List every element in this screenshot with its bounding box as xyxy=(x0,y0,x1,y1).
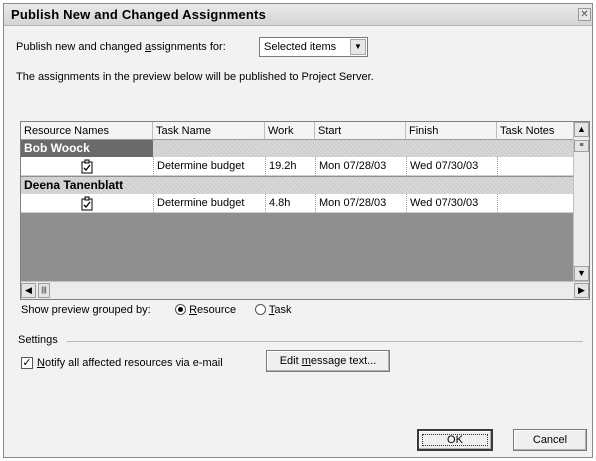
radio-task[interactable]: Task xyxy=(255,304,291,316)
group-row[interactable]: Bob Woock xyxy=(21,140,574,157)
focus-ring xyxy=(422,434,488,446)
publish-for-value: Selected items xyxy=(264,41,337,53)
ok-button[interactable]: OK xyxy=(417,429,493,451)
horizontal-scrollbar[interactable]: ◀ ||| ▶ xyxy=(21,281,589,299)
radio-resource-indicator[interactable] xyxy=(175,304,186,315)
cell-task-name: Determine budget xyxy=(153,157,265,176)
scroll-left-icon[interactable]: ◀ xyxy=(21,283,36,298)
column-header-resource-names[interactable]: Resource Names xyxy=(21,122,153,140)
notify-checkbox[interactable]: ✓ xyxy=(21,357,33,369)
cancel-button[interactable]: Cancel xyxy=(513,429,587,451)
cell-task-notes xyxy=(497,194,574,213)
assignments-preview-grid[interactable]: Resource Names Task Name Work Start Fini… xyxy=(20,121,590,300)
table-row[interactable]: Determine budget 4.8h Mon 07/28/03 Wed 0… xyxy=(21,194,574,213)
cell-start: Mon 07/28/03 xyxy=(315,194,406,213)
radio-task-indicator[interactable] xyxy=(255,304,266,315)
scroll-down-icon[interactable]: ▼ xyxy=(574,266,589,281)
cell-task-notes xyxy=(497,157,574,176)
settings-divider xyxy=(67,341,583,342)
vertical-scrollbar[interactable]: ▲ ≡ ▼ xyxy=(573,122,589,281)
close-icon[interactable]: ✕ xyxy=(578,8,591,21)
group-row[interactable]: Deena Tanenblatt xyxy=(21,177,574,194)
radio-resource[interactable]: Resource xyxy=(175,304,236,316)
cell-start: Mon 07/28/03 xyxy=(315,157,406,176)
column-header-task-name[interactable]: Task Name xyxy=(153,122,265,140)
cell-work: 4.8h xyxy=(265,194,315,213)
publish-for-select[interactable]: Selected items ▼ xyxy=(259,37,368,57)
chevron-down-icon[interactable]: ▼ xyxy=(350,39,366,55)
column-header-work[interactable]: Work xyxy=(265,122,315,140)
edit-message-button[interactable]: Edit message text... xyxy=(266,350,390,372)
info-text: The assignments in the preview below wil… xyxy=(16,71,374,83)
group-resource-name: Bob Woock xyxy=(21,140,153,157)
publish-dialog: Publish New and Changed Assignments ✕ Pu… xyxy=(3,3,593,458)
dialog-title: Publish New and Changed Assignments xyxy=(11,7,266,22)
column-header-finish[interactable]: Finish xyxy=(406,122,497,140)
grouped-by-label: Show preview grouped by: xyxy=(21,304,151,316)
publish-for-label: Publish new and changed assignments for: xyxy=(16,41,226,53)
cell-finish: Wed 07/30/03 xyxy=(406,157,497,176)
scroll-right-icon[interactable]: ▶ xyxy=(574,283,589,298)
column-header-start[interactable]: Start xyxy=(315,122,406,140)
cell-task-name: Determine budget xyxy=(153,194,265,213)
scroll-thumb[interactable]: ≡ xyxy=(574,140,589,152)
table-row[interactable]: Determine budget 19.2h Mon 07/28/03 Wed … xyxy=(21,157,574,176)
assignment-task-icon xyxy=(81,159,93,174)
assignment-task-icon xyxy=(81,196,93,211)
column-header-task-notes[interactable]: Task Notes xyxy=(497,122,574,140)
scroll-up-icon[interactable]: ▲ xyxy=(574,122,589,137)
scroll-thumb[interactable]: ||| xyxy=(38,283,50,298)
cell-work: 19.2h xyxy=(265,157,315,176)
title-bar: Publish New and Changed Assignments ✕ xyxy=(4,4,592,26)
notify-label[interactable]: Notify all affected resources via e-mail xyxy=(37,357,223,369)
settings-heading: Settings xyxy=(18,334,58,346)
cell-finish: Wed 07/30/03 xyxy=(406,194,497,213)
group-resource-name: Deena Tanenblatt xyxy=(24,178,124,192)
